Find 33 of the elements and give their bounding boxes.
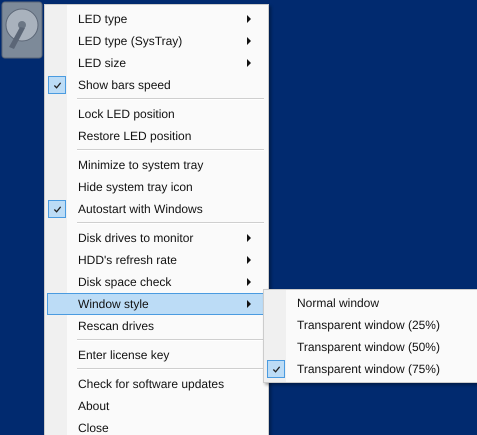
menu-item[interactable]: Disk drives to monitor: [47, 227, 266, 249]
menu-item[interactable]: Window style: [47, 293, 266, 315]
menu-item[interactable]: Transparent window (50%): [266, 336, 477, 358]
submenu-arrow-icon: [247, 59, 251, 67]
menu-item[interactable]: Transparent window (75%): [266, 358, 477, 380]
menu-item[interactable]: LED type (SysTray): [47, 30, 266, 52]
menu-item[interactable]: About: [47, 395, 266, 417]
menu-item[interactable]: Disk space check: [47, 271, 266, 293]
menu-item[interactable]: Check for software updates: [47, 373, 266, 395]
menu-item[interactable]: Normal window: [266, 292, 477, 314]
menu-item[interactable]: Show bars speed: [47, 74, 266, 96]
submenu-arrow-icon: [247, 234, 251, 242]
menu-item[interactable]: LED size: [47, 52, 266, 74]
hard-drive-icon[interactable]: [1, 1, 43, 59]
checkmark-icon: [267, 360, 285, 378]
submenu-arrow-icon: [247, 278, 251, 286]
submenu-arrow-icon: [247, 15, 251, 23]
checkmark-icon: [48, 76, 66, 94]
menu-item[interactable]: LED type: [47, 8, 266, 30]
menu-item[interactable]: Restore LED position: [47, 125, 266, 147]
menu-item[interactable]: HDD's refresh rate: [47, 249, 266, 271]
menu-item[interactable]: Lock LED position: [47, 103, 266, 125]
menu-item[interactable]: Autostart with Windows: [47, 198, 266, 220]
menu-item[interactable]: Enter license key: [47, 344, 266, 366]
submenu-arrow-icon: [247, 37, 251, 45]
checkmark-icon: [48, 200, 66, 218]
menu-item[interactable]: Rescan drives: [47, 315, 266, 337]
submenu-arrow-icon: [247, 300, 251, 308]
menu-item[interactable]: Hide system tray icon: [47, 176, 266, 198]
menu-item[interactable]: Close: [47, 417, 266, 435]
submenu-arrow-icon: [247, 256, 251, 264]
menu-item[interactable]: Minimize to system tray: [47, 154, 266, 176]
menu-item[interactable]: Transparent window (25%): [266, 314, 477, 336]
